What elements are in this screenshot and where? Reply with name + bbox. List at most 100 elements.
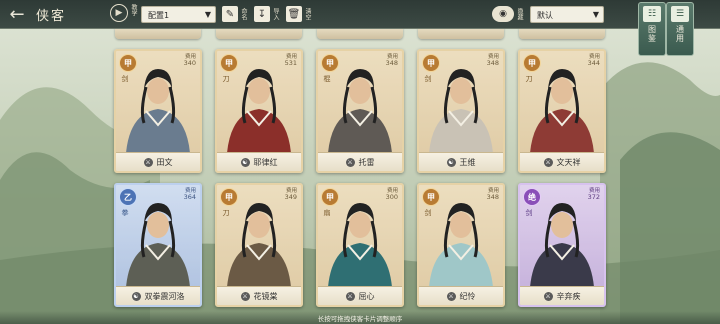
cost-label: 费用 372 bbox=[588, 188, 600, 200]
sort-value: 默认 bbox=[537, 11, 553, 20]
hero-card[interactable]: 甲 费用 348 剑 ☯ 王维 bbox=[417, 49, 505, 173]
hero-name: 双拳震河洛 bbox=[144, 291, 185, 301]
cost-label: 费用 300 bbox=[386, 188, 398, 200]
drag-hint: 长按可拖拽侠客卡片调整顺序 bbox=[0, 311, 720, 324]
codex-button[interactable]: ☷ 图鉴 bbox=[638, 2, 666, 56]
hero-name-bar: ⚔ 纪怜 bbox=[419, 286, 503, 305]
grade-badge: 甲 bbox=[220, 54, 238, 72]
scroll-icon: ☰ bbox=[671, 6, 689, 22]
hero-card[interactable]: 甲 费用 348 剑 ⚔ 纪怜 bbox=[417, 183, 505, 307]
sort-dropdown[interactable]: 默认 ▼ bbox=[530, 6, 604, 23]
cost-value: 348 bbox=[385, 59, 398, 67]
weapon-type: 刀 bbox=[525, 75, 533, 83]
grade-badge: 甲 bbox=[523, 54, 541, 72]
hero-card[interactable]: 绝 费用 372 剑 ⚔ 辛弃疾 bbox=[518, 183, 606, 307]
cost-label: 费用 531 bbox=[285, 54, 297, 66]
hero-name: 纪怜 bbox=[459, 291, 476, 301]
cost-label: 费用 340 bbox=[184, 54, 196, 66]
import-label: 导入 bbox=[272, 8, 279, 20]
grade-badge: 甲 bbox=[119, 54, 137, 72]
hero-card[interactable]: 甲 费用 300 扇 ⚔ 屈心 bbox=[316, 183, 404, 307]
weapon-type: 剑 bbox=[525, 209, 533, 217]
cost-value: 531 bbox=[284, 59, 297, 67]
hero-card[interactable]: 乙 费用 364 拳 ☯ 双拳震河洛 bbox=[114, 183, 202, 307]
cost-value: 372 bbox=[587, 193, 600, 201]
weapon-type: 剑 bbox=[424, 209, 432, 217]
clear-button[interactable]: 🗑 清空 bbox=[286, 3, 311, 25]
partial-card[interactable] bbox=[115, 28, 201, 39]
hero-name: 托雷 bbox=[358, 157, 375, 167]
page-title: 侠客 bbox=[36, 9, 67, 24]
grade-badge: 甲 bbox=[422, 54, 440, 72]
weapon-type: 剑 bbox=[121, 75, 129, 83]
weapon-type: 扇 bbox=[323, 209, 331, 217]
cost-value: 348 bbox=[486, 193, 499, 201]
chevron-down-icon: ▼ bbox=[204, 10, 211, 19]
hero-name: 田文 bbox=[156, 157, 173, 167]
weapon-type: 刀 bbox=[222, 75, 230, 83]
cost-label: 费用 348 bbox=[487, 188, 499, 200]
hero-name: 王维 bbox=[459, 157, 476, 167]
hide-toggle[interactable]: ◉ 隐藏 bbox=[492, 4, 523, 24]
hero-name-bar: ☯ 王维 bbox=[419, 152, 503, 171]
import-icon: ↧ bbox=[254, 6, 270, 22]
hero-card[interactable]: 甲 费用 348 棍 ⚔ 托雷 bbox=[316, 49, 404, 173]
grade-badge: 甲 bbox=[321, 188, 339, 206]
yin-yang-icon: ☯ bbox=[240, 157, 250, 167]
yin-yang-icon: ☯ bbox=[131, 291, 141, 301]
hero-name: 耶律红 bbox=[253, 157, 278, 167]
grade-badge: 绝 bbox=[523, 188, 541, 206]
hero-name-bar: ⚔ 田文 bbox=[116, 152, 200, 171]
top-bar: ← 侠客 ▶ 教学 配置1 ▼ ✎ 命名 ↧ 导入 🗑 清空 ◉ 隐藏 默认 ▼ bbox=[0, 0, 720, 29]
hero-card[interactable]: 甲 费用 340 剑 ⚔ 田文 bbox=[114, 49, 202, 173]
general-label: 通用 bbox=[675, 25, 685, 43]
back-button[interactable]: ← bbox=[4, 2, 30, 26]
sword-icon: ⚔ bbox=[543, 291, 553, 301]
tutorial-button[interactable]: ▶ 教学 bbox=[110, 3, 140, 25]
hero-card-grid: 甲 费用 340 剑 ⚔ 田文 甲 费用 531 刀 ☯ 耶律红 甲 费用 34… bbox=[0, 0, 720, 324]
hero-name: 文天祥 bbox=[556, 157, 581, 167]
hero-name: 花镜棠 bbox=[253, 291, 278, 301]
hero-name-bar: ⚔ 辛弃疾 bbox=[520, 286, 604, 305]
hero-name: 辛弃疾 bbox=[556, 291, 581, 301]
arrow-left-icon: ← bbox=[9, 3, 25, 25]
sword-icon: ⚔ bbox=[143, 157, 153, 167]
grade-badge: 甲 bbox=[321, 54, 339, 72]
clear-label: 清空 bbox=[304, 8, 311, 20]
cost-value: 344 bbox=[587, 59, 600, 67]
rename-button[interactable]: ✎ 命名 bbox=[222, 3, 247, 25]
yin-yang-icon: ☯ bbox=[446, 157, 456, 167]
hero-card[interactable]: 甲 费用 531 刀 ☯ 耶律红 bbox=[215, 49, 303, 173]
hero-card[interactable]: 甲 费用 349 刀 ⚔ 花镜棠 bbox=[215, 183, 303, 307]
sword-icon: ⚔ bbox=[446, 291, 456, 301]
partial-card[interactable] bbox=[216, 28, 302, 39]
cost-value: 348 bbox=[486, 59, 499, 67]
sword-icon: ⚔ bbox=[345, 157, 355, 167]
sword-icon: ⚔ bbox=[240, 291, 250, 301]
partial-card[interactable] bbox=[418, 28, 504, 39]
general-button[interactable]: ☰ 通用 bbox=[666, 2, 694, 56]
weapon-type: 剑 bbox=[424, 75, 432, 83]
hint-text: 长按可拖拽侠客卡片调整顺序 bbox=[317, 314, 403, 323]
grade-badge: 甲 bbox=[422, 188, 440, 206]
cost-label: 费用 348 bbox=[386, 54, 398, 66]
sword-icon: ⚔ bbox=[345, 291, 355, 301]
hero-card[interactable]: 甲 费用 344 刀 ⚔ 文天祥 bbox=[518, 49, 606, 173]
hero-name: 屈心 bbox=[358, 291, 375, 301]
partial-card[interactable] bbox=[519, 28, 605, 39]
tutorial-label: 教学 bbox=[130, 4, 137, 16]
grade-badge: 乙 bbox=[119, 188, 137, 206]
partial-card[interactable] bbox=[317, 28, 403, 39]
cost-label: 费用 348 bbox=[487, 54, 499, 66]
trash-icon: 🗑 bbox=[286, 6, 302, 22]
hero-name-bar: ⚔ 屈心 bbox=[318, 286, 402, 305]
cost-label: 费用 364 bbox=[184, 188, 196, 200]
cost-value: 364 bbox=[183, 193, 196, 201]
cost-value: 300 bbox=[385, 193, 398, 201]
hero-name-bar: ⚔ 托雷 bbox=[318, 152, 402, 171]
config-dropdown[interactable]: 配置1 ▼ bbox=[141, 6, 216, 23]
hero-name-bar: ☯ 双拳震河洛 bbox=[116, 286, 200, 305]
import-button[interactable]: ↧ 导入 bbox=[254, 3, 279, 25]
play-icon: ▶ bbox=[110, 4, 128, 22]
cost-value: 349 bbox=[284, 193, 297, 201]
